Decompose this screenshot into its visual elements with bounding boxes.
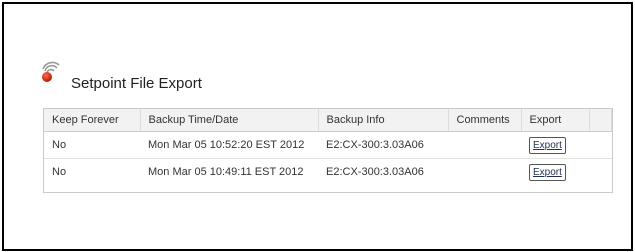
export-button[interactable]: Export [529, 136, 566, 154]
export-cell: Export [521, 131, 589, 159]
wireless-signal-logo-icon [42, 61, 60, 82]
keep-forever-cell: No [44, 131, 140, 159]
keep-forever-cell: No [52, 166, 67, 178]
export-button[interactable]: Export [529, 163, 566, 181]
column-header-backup-time: Backup Time/Date [140, 109, 319, 132]
column-header-backup-info: Backup Info [318, 109, 449, 132]
export-panel: Setpoint File Export Keep Forever Backup… [2, 2, 633, 251]
backup-time-cell: Mon Mar 05 10:52:20 EST 2012 [140, 131, 318, 159]
column-header-export: Export [521, 109, 590, 132]
filler-cell [589, 131, 612, 159]
backup-time-cell: Mon Mar 05 10:49:11 EST 2012 [148, 166, 304, 178]
comments-cell [448, 131, 521, 159]
page-title: Setpoint File Export [71, 75, 202, 92]
column-header-keep-forever: Keep Forever [44, 109, 141, 132]
backup-info-cell: E2:CX-300:3.03A06 [326, 166, 424, 178]
table-row: No Mon Mar 05 10:52:20 EST 2012 E2:CX-30… [44, 131, 612, 159]
table-row: No Mon Mar 05 10:49:11 EST 2012 E2:CX-30… [44, 159, 612, 186]
filler-cell [589, 159, 612, 186]
comments-cell [448, 159, 521, 186]
column-header-filler [589, 109, 612, 132]
export-cell: Export [521, 159, 589, 186]
table-header-row: Keep Forever Backup Time/Date Backup Inf… [44, 109, 612, 132]
backup-table-grid: Keep Forever Backup Time/Date Backup Inf… [44, 109, 612, 185]
backup-info-cell: E2:CX-300:3.03A06 [318, 131, 448, 159]
column-header-comments: Comments [448, 109, 522, 132]
backup-table: Keep Forever Backup Time/Date Backup Inf… [43, 108, 613, 193]
